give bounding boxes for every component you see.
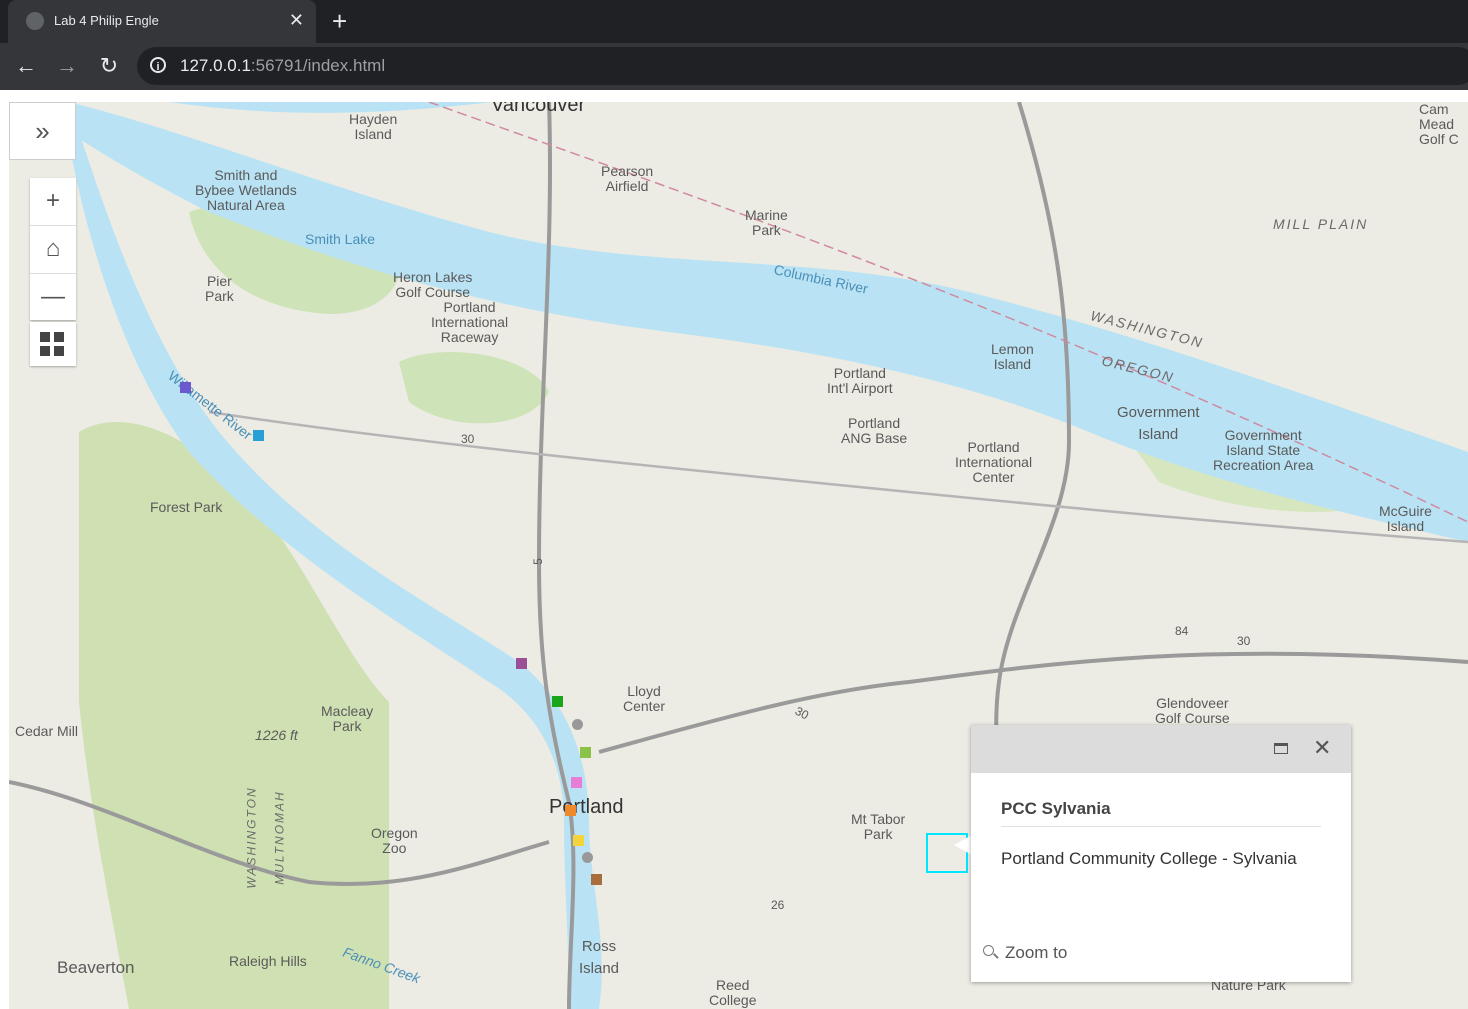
label-lloyd: Lloyd Center bbox=[623, 683, 666, 714]
label-heron-lakes: Heron Lakes Golf Course bbox=[393, 269, 473, 300]
popup-panel: ✕ PCC Sylvania Portland Community Colleg… bbox=[971, 725, 1351, 982]
basemap-toggle-button[interactable] bbox=[30, 322, 76, 366]
url-path: :56791/index.html bbox=[250, 56, 386, 75]
zoom-controls: + ⌂ — bbox=[30, 178, 76, 320]
map-marker[interactable] bbox=[565, 805, 576, 816]
site-info-icon[interactable]: i bbox=[150, 57, 166, 73]
label-glendoveer: Glendoveer Golf Course bbox=[1155, 695, 1230, 726]
label-ross-island: Ross Island bbox=[579, 938, 620, 977]
map-marker[interactable] bbox=[591, 874, 602, 885]
label-hwy84: 84 bbox=[1175, 624, 1189, 638]
label-vancouver: Vancouver bbox=[491, 102, 586, 116]
label-beaverton: Beaverton bbox=[57, 958, 135, 977]
dock-icon[interactable] bbox=[1274, 743, 1288, 754]
new-tab-button[interactable]: + bbox=[332, 6, 347, 36]
basemap-grid-icon bbox=[40, 332, 50, 342]
zoom-to-button[interactable]: Zoom to bbox=[1005, 943, 1067, 963]
zoom-in-button[interactable]: + bbox=[30, 178, 76, 226]
browser-toolbar: ← → ↻ i 127.0.0.1:56791/index.html bbox=[0, 43, 1468, 90]
label-alt1226: 1226 ft bbox=[255, 727, 298, 743]
map-marker[interactable] bbox=[253, 430, 264, 441]
label-county-multnomah: MULTNOMAH bbox=[272, 790, 287, 885]
map-marker[interactable] bbox=[516, 658, 527, 669]
close-icon[interactable]: ✕ bbox=[1313, 735, 1331, 761]
label-lemon-island: Lemon Island bbox=[991, 341, 1034, 372]
label-mt-tabor: Mt Tabor Park bbox=[851, 811, 906, 842]
label-pier-park: Pier Park bbox=[205, 273, 234, 304]
label-macleay: Macleay Park bbox=[321, 703, 374, 734]
label-raleigh-hills: Raleigh Hills bbox=[229, 953, 307, 969]
map-marker[interactable] bbox=[582, 852, 593, 863]
label-hayden: Hayden Island bbox=[349, 111, 398, 142]
reload-icon[interactable]: ↻ bbox=[96, 53, 122, 79]
map-marker[interactable] bbox=[572, 719, 583, 730]
forward-arrow-icon[interactable]: → bbox=[54, 53, 80, 79]
label-mcguire: McGuire Island bbox=[1379, 503, 1432, 534]
label-county-washington: WASHINGTON bbox=[244, 786, 259, 889]
map-marker[interactable] bbox=[573, 835, 584, 846]
label-hwy30b: 30 bbox=[1237, 634, 1251, 648]
tab-title: Lab 4 Philip Engle bbox=[54, 13, 159, 28]
heron-lakes-area bbox=[399, 352, 549, 424]
label-smith-lake: Smith Lake bbox=[305, 231, 376, 247]
label-gov-state: Government Island State Recreation Area bbox=[1213, 427, 1314, 473]
basemap-grid-icon bbox=[54, 332, 64, 342]
label-marine-park: Marine Park bbox=[745, 207, 788, 238]
label-government-island: Government Island bbox=[1117, 404, 1200, 443]
map-marker[interactable] bbox=[571, 777, 582, 788]
label-pdx-airport: Portland Int'l Airport bbox=[827, 365, 893, 396]
label-cedar-mill: Cedar Mill bbox=[15, 723, 79, 739]
tab-strip: Lab 4 Philip Engle ✕ + bbox=[0, 0, 1468, 43]
label-portland: Portland bbox=[549, 796, 624, 818]
url-text: 127.0.0.1:56791/index.html bbox=[180, 56, 385, 76]
basemap-grid-icon bbox=[54, 346, 64, 356]
zoom-out-button[interactable]: — bbox=[30, 274, 76, 321]
popup-title: PCC Sylvania bbox=[1001, 799, 1111, 818]
popup-divider bbox=[1001, 826, 1321, 827]
label-hwy26: 26 bbox=[771, 898, 785, 912]
label-hwy30: 30 bbox=[461, 432, 475, 446]
label-smith-bybee: Smith and Bybee Wetlands Natural Area bbox=[195, 167, 297, 213]
label-forest-park: Forest Park bbox=[150, 499, 223, 515]
address-bar[interactable]: i 127.0.0.1:56791/index.html bbox=[137, 47, 1468, 85]
browser-tab[interactable]: Lab 4 Philip Engle ✕ bbox=[8, 0, 316, 43]
basemap-grid-icon bbox=[40, 346, 50, 356]
label-hwy5: 5 bbox=[530, 558, 545, 565]
url-host: 127.0.0.1 bbox=[180, 56, 251, 75]
label-cam-mead: Cam Mead Golf C bbox=[1419, 102, 1459, 147]
zoom-to-icon[interactable] bbox=[983, 945, 994, 956]
tab-close-icon[interactable]: ✕ bbox=[289, 10, 304, 30]
label-oregon-zoo: Oregon Zoo bbox=[371, 825, 418, 856]
popup-pointer bbox=[954, 835, 972, 855]
label-reed: Reed College bbox=[709, 977, 757, 1008]
home-button[interactable]: ⌂ bbox=[30, 226, 76, 274]
globe-icon bbox=[26, 12, 44, 30]
popup-description: Portland Community College - Sylvania bbox=[1001, 849, 1297, 868]
label-ang-base: Portland ANG Base bbox=[841, 415, 908, 446]
map-view[interactable]: Vancouver Hayden Island Smith and Bybee … bbox=[9, 102, 1468, 1009]
label-pir: Portland International Raceway bbox=[431, 299, 509, 345]
back-arrow-icon[interactable]: ← bbox=[13, 53, 39, 79]
map-marker[interactable] bbox=[552, 696, 563, 707]
label-pearson: Pearson Airfield bbox=[601, 163, 654, 194]
label-pic: Portland International Center bbox=[955, 439, 1033, 485]
map-marker[interactable] bbox=[580, 747, 591, 758]
popup-header: ✕ bbox=[971, 725, 1351, 773]
map-marker[interactable] bbox=[180, 382, 191, 393]
expand-panel-button[interactable]: » bbox=[9, 102, 76, 160]
label-mill-plain: MILL PLAIN bbox=[1273, 216, 1369, 232]
